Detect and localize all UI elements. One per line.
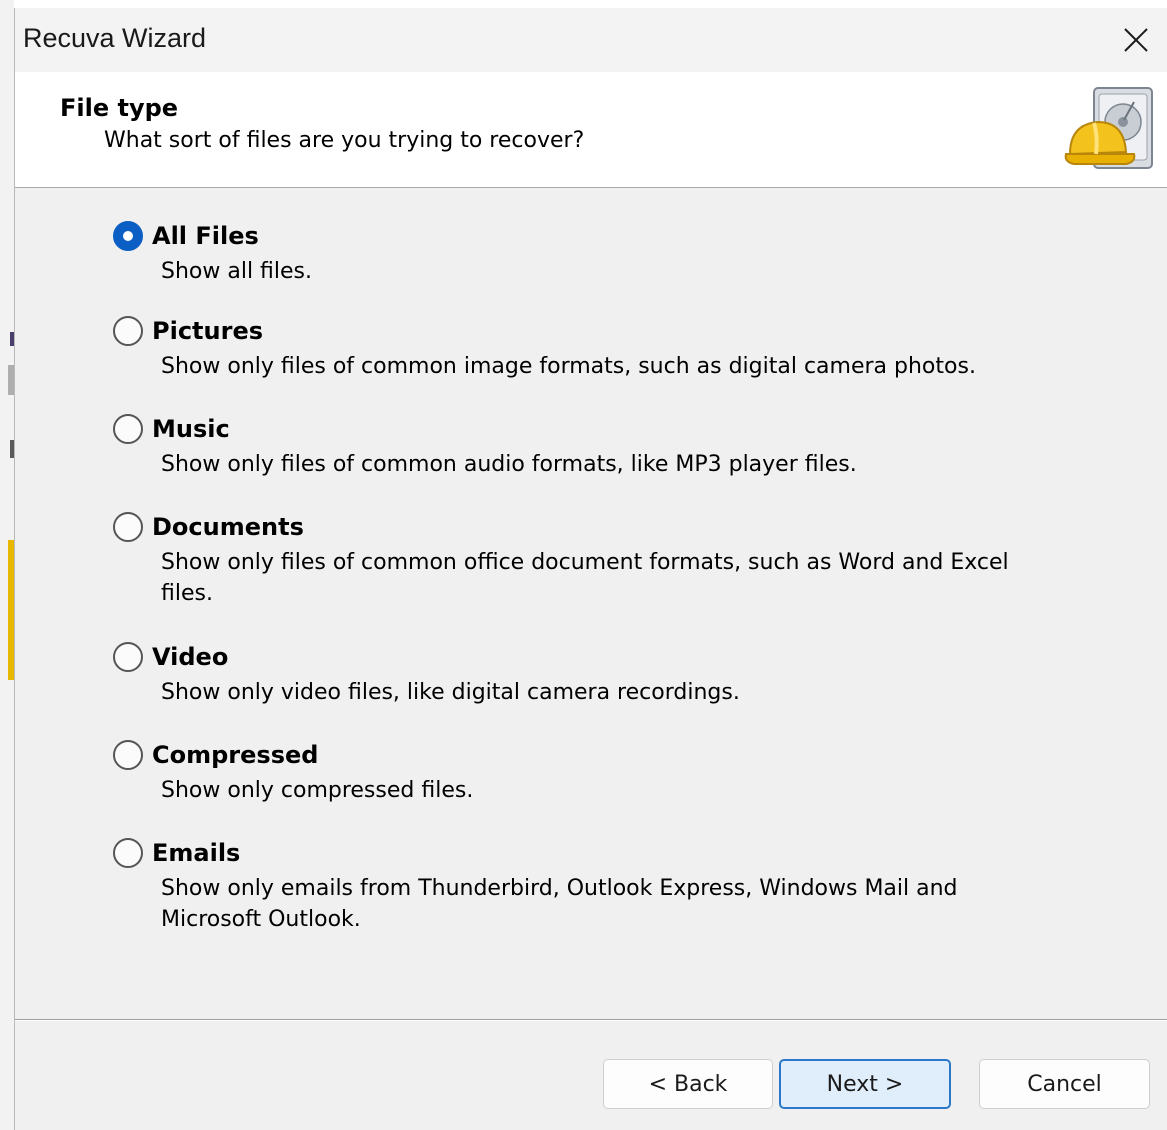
wizard-header: File type What sort of files are you try… [15, 72, 1167, 188]
radio-button-checked[interactable] [113, 221, 143, 251]
close-button[interactable] [1104, 8, 1167, 72]
page-subtitle: What sort of files are you trying to rec… [104, 128, 585, 153]
option-label: Documents [152, 513, 304, 541]
radio-music[interactable]: Music [113, 411, 1153, 447]
window-title: Recuva Wizard [23, 23, 207, 53]
option-pictures: Pictures Show only files of common image… [113, 313, 1153, 382]
radio-button[interactable] [113, 740, 143, 770]
cancel-button[interactable]: Cancel [979, 1059, 1150, 1109]
option-emails: Emails Show only emails from Thunderbird… [113, 835, 1153, 935]
radio-button[interactable] [113, 838, 143, 868]
radio-all-files[interactable]: All Files [113, 218, 1153, 254]
option-label: All Files [152, 222, 259, 250]
radio-button[interactable] [113, 642, 143, 672]
desktop-background [0, 0, 14, 1130]
option-music: Music Show only files of common audio fo… [113, 411, 1153, 480]
next-button[interactable]: Next > [779, 1059, 951, 1109]
wizard-window: Recuva Wizard File type What sort of fil… [14, 8, 1167, 1130]
option-description: Show only files of common image formats,… [161, 354, 976, 379]
radio-button[interactable] [113, 316, 143, 346]
option-label: Compressed [152, 741, 319, 769]
option-description: Show all files. [161, 259, 313, 284]
page-title: File type [60, 94, 179, 122]
option-label: Emails [152, 839, 241, 867]
radio-compressed[interactable]: Compressed [113, 737, 1153, 773]
file-type-options: All Files Show all files. Pictures Show … [15, 188, 1167, 1018]
option-description: Show only compressed files. [161, 778, 474, 803]
title-bar[interactable]: Recuva Wizard [15, 8, 1167, 72]
radio-video[interactable]: Video [113, 639, 1153, 675]
recuva-hardhat-drive-icon [1064, 87, 1153, 169]
radio-button[interactable] [113, 512, 143, 542]
radio-button[interactable] [113, 414, 143, 444]
option-description: Show only files of common office documen… [161, 550, 1009, 606]
close-icon [1124, 28, 1148, 52]
option-compressed: Compressed Show only compressed files. [113, 737, 1153, 806]
option-label: Pictures [152, 317, 263, 345]
back-button[interactable]: < Back [603, 1059, 773, 1109]
option-documents: Documents Show only files of common offi… [113, 509, 1153, 609]
radio-emails[interactable]: Emails [113, 835, 1153, 871]
radio-pictures[interactable]: Pictures [113, 313, 1153, 349]
option-label: Music [152, 415, 230, 443]
footer-divider [15, 1019, 1167, 1021]
option-description: Show only files of common audio formats,… [161, 452, 857, 477]
option-label: Video [152, 643, 229, 671]
option-description: Show only emails from Thunderbird, Outlo… [161, 876, 958, 932]
radio-documents[interactable]: Documents [113, 509, 1153, 545]
option-all-files: All Files Show all files. [113, 218, 1153, 287]
option-description: Show only video files, like digital came… [161, 680, 740, 705]
option-video: Video Show only video files, like digita… [113, 639, 1153, 708]
